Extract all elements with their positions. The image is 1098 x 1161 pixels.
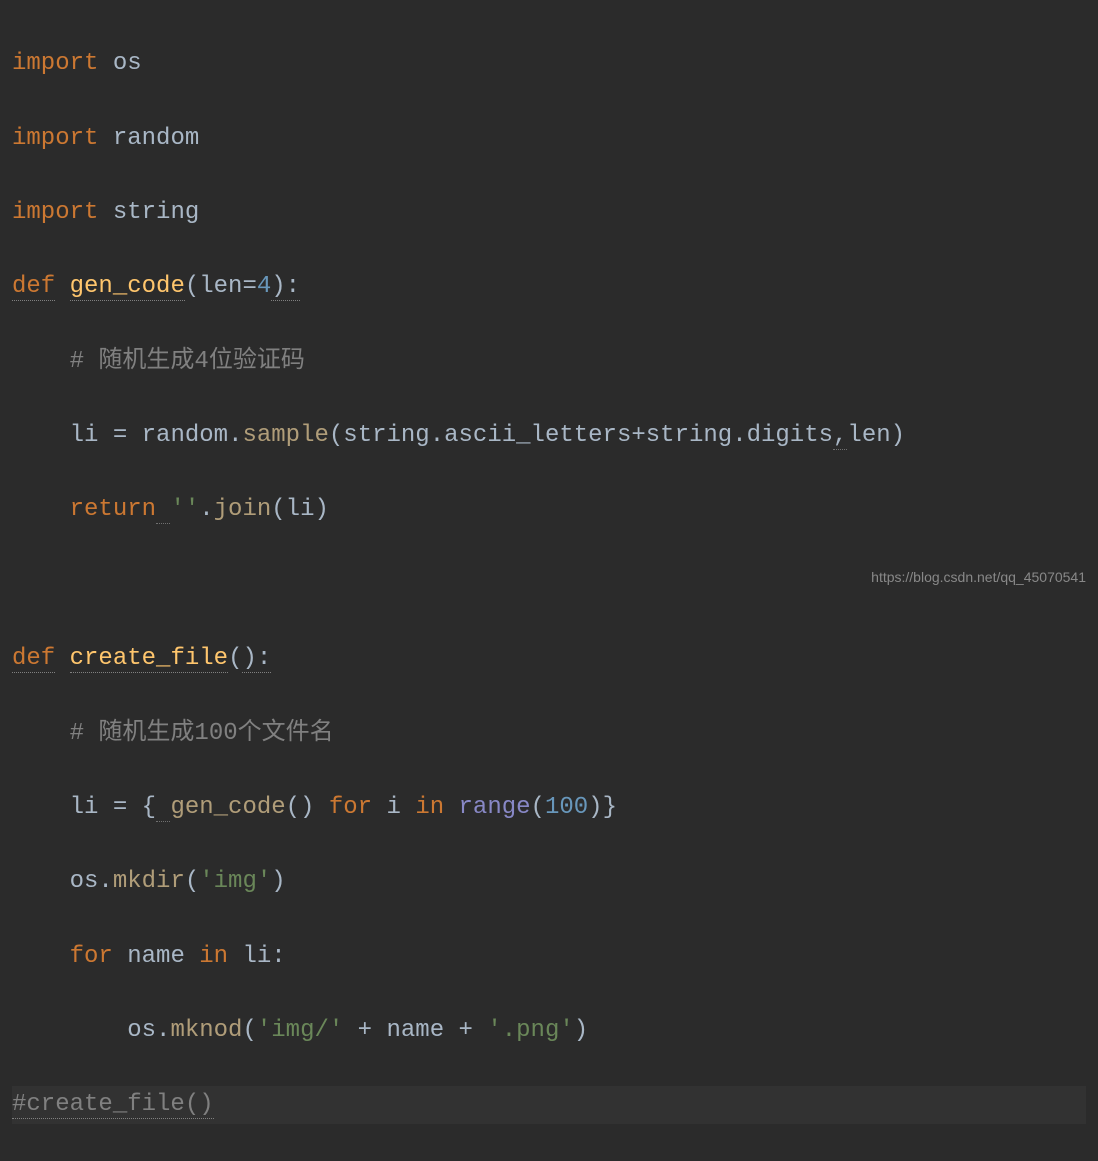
argument: len [847, 422, 890, 449]
keyword-in: in [415, 794, 444, 821]
module-name: os [113, 50, 142, 77]
code-line-6: li = random.sample(string.ascii_letters+… [12, 417, 1086, 454]
keyword-import: import [12, 199, 98, 226]
code-line-14: os.mknod('img/' + name + '.png') [12, 1012, 1086, 1049]
variable: li [70, 794, 99, 821]
method: mkdir [113, 868, 185, 895]
module: os [127, 1017, 156, 1044]
code-line-12: os.mkdir('img') [12, 863, 1086, 900]
method: mknod [170, 1017, 242, 1044]
comment: #create_file() [12, 1091, 214, 1119]
paren: ): [271, 273, 300, 301]
number: 4 [257, 273, 271, 300]
keyword-return: return [70, 496, 156, 523]
keyword-def: def [12, 645, 55, 673]
string: 'img/' [257, 1017, 343, 1044]
function-name: create_file [70, 645, 228, 673]
number: 100 [545, 794, 588, 821]
variable: i [387, 794, 401, 821]
module-name: random [113, 125, 199, 152]
variable: li [70, 422, 99, 449]
attribute: ascii_letters [444, 422, 631, 449]
function-call: gen_code [170, 794, 285, 821]
code-line-9: def create_file(): [12, 640, 1086, 677]
watermark: https://blog.csdn.net/qq_45070541 [871, 567, 1086, 589]
module: string [343, 422, 429, 449]
variable: li [242, 943, 271, 970]
code-line-7: return ''.join(li) [12, 491, 1086, 528]
keyword-import: import [12, 50, 98, 77]
code-line-11: li = { gen_code() for i in range(100)} [12, 789, 1086, 826]
keyword-for: for [329, 794, 372, 821]
string: '' [170, 496, 199, 523]
variable: name [387, 1017, 445, 1044]
keyword-for: for [70, 943, 113, 970]
argument: li [286, 496, 315, 523]
comment: # 随机生成100个文件名 [70, 720, 334, 747]
keyword-def: def [12, 273, 55, 301]
method: join [214, 496, 272, 523]
attribute: digits [747, 422, 833, 449]
code-line-5: # 随机生成4位验证码 [12, 343, 1086, 380]
module-name: string [113, 199, 199, 226]
code-line-10: # 随机生成100个文件名 [12, 715, 1086, 752]
keyword-import: import [12, 125, 98, 152]
code-line-2: import random [12, 120, 1086, 157]
module: random [142, 422, 228, 449]
builtin-function: range [459, 794, 531, 821]
keyword-in: in [199, 943, 228, 970]
code-line-13: for name in li: [12, 938, 1086, 975]
code-line-3: import string [12, 194, 1086, 231]
string: 'img' [199, 868, 271, 895]
variable: name [127, 943, 185, 970]
param: len [199, 273, 242, 300]
module: string [646, 422, 732, 449]
string: '.png' [487, 1017, 573, 1044]
comment: # 随机生成4位验证码 [70, 348, 305, 375]
equals: = [242, 273, 256, 300]
code-line-1: import os [12, 45, 1086, 82]
function-name: gen_code [70, 273, 185, 301]
code-line-4: def gen_code(len=4): [12, 268, 1086, 305]
method: sample [242, 422, 328, 449]
paren: ( [185, 273, 199, 300]
code-line-15: #create_file() [12, 1086, 1086, 1123]
module: os [70, 868, 99, 895]
